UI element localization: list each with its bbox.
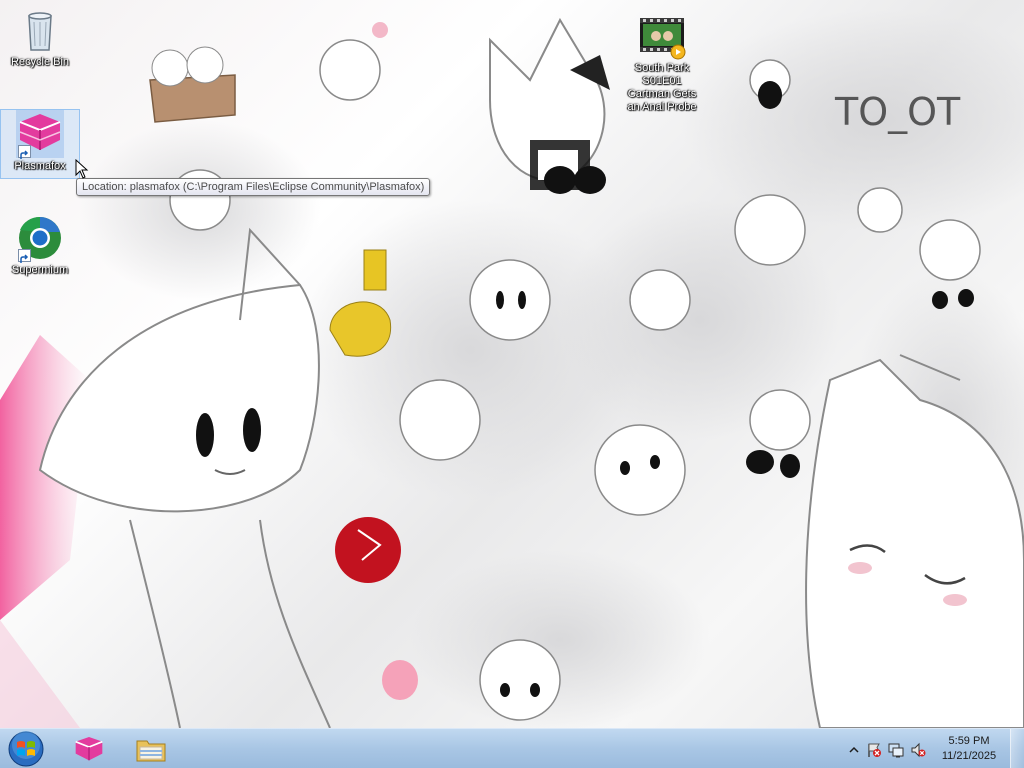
location-tooltip: Location: plasmafox (C:\Program Files\Ec… [76,178,431,196]
start-button[interactable] [4,730,48,768]
south-park-video-file[interactable]: South Park S01E01 Cartman Gets an Anal P… [623,12,701,114]
taskbar: 5:59 PM 11/21/2025 [0,728,1024,768]
supermium-label: Supermium [11,264,69,276]
action-center-flag-icon[interactable] [866,742,882,758]
recycle-bin-icon [16,6,64,54]
plasmafox-icon [16,110,64,159]
video-file-icon [638,12,686,60]
recycle-bin-label: Recycle Bin [10,56,70,68]
folder-icon [136,740,166,762]
shortcut-arrow-icon [18,145,31,159]
network-icon[interactable] [888,742,904,758]
plasmafox-label: Plasmafox [14,160,66,172]
plasmafox-shortcut[interactable]: Plasmafox [0,109,80,179]
windows-start-orb-icon [8,731,44,767]
volume-muted-icon[interactable] [910,742,926,758]
supermium-icon [16,214,64,263]
south-park-label: South Park S01E01 Cartman Gets an Anal P… [627,62,697,113]
clock-time: 5:59 PM [948,735,990,747]
notification-area: 5:59 PM 11/21/2025 [842,729,1024,768]
shortcut-arrow-icon [18,249,31,263]
desktop[interactable]: TO_OT Recycle Bin Plasmafox Supermium So… [0,0,1024,768]
show-hidden-icons-chevron[interactable] [846,742,862,758]
taskbar-explorer-button[interactable] [124,731,178,767]
clock-date: 11/21/2025 [941,750,997,762]
svg-text:TO_OT: TO_OT [834,90,961,134]
taskbar-plasmafox-button[interactable] [62,731,116,767]
supermium-shortcut[interactable]: Supermium [1,214,79,277]
clock[interactable]: 5:59 PM 11/21/2025 [934,734,1004,764]
plasmafox-icon [75,737,103,761]
mouse-cursor-icon [75,159,89,179]
show-desktop-button[interactable] [1010,729,1024,768]
wallpaper-image: TO_OT [0,10,1024,728]
recycle-bin-shortcut[interactable]: Recycle Bin [1,6,79,69]
